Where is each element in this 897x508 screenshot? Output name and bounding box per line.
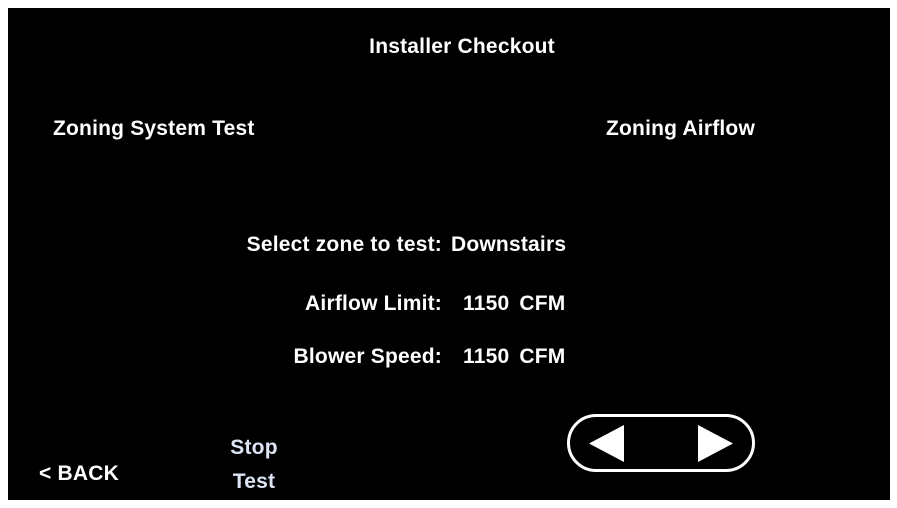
airflow-limit-label: Airflow Limit: <box>305 292 442 315</box>
triangle-left-icon <box>589 425 624 462</box>
airflow-limit-unit: CFM <box>519 292 566 315</box>
blower-speed-number: 1150 <box>463 345 510 368</box>
stop-test-label-line2: Test <box>232 470 276 493</box>
blower-speed-value: 1150 CFM <box>463 345 565 369</box>
zoning-system-test-heading: Zoning System Test <box>53 117 255 140</box>
blower-speed-label: Blower Speed: <box>293 345 442 368</box>
zone-nav-control <box>567 414 755 472</box>
next-zone-button[interactable] <box>697 425 733 462</box>
blower-speed-unit: CFM <box>519 345 566 368</box>
zoning-airflow-heading: Zoning Airflow <box>606 117 755 140</box>
zone-select-label: Select zone to test: <box>246 233 442 256</box>
airflow-limit-value: 1150 CFM <box>463 292 565 316</box>
stop-test-button[interactable]: Stop Test <box>214 431 294 499</box>
zone-select-value[interactable]: Downstairs <box>451 233 566 257</box>
triangle-right-icon <box>698 425 733 462</box>
back-button[interactable]: < BACK <box>39 462 119 486</box>
installer-checkout-screen: Installer Checkout Zoning System Test Zo… <box>8 8 890 500</box>
stop-test-label-line1: Stop <box>230 436 278 459</box>
airflow-limit-number: 1150 <box>463 292 510 315</box>
previous-zone-button[interactable] <box>589 425 625 462</box>
page-title: Installer Checkout <box>369 35 555 58</box>
